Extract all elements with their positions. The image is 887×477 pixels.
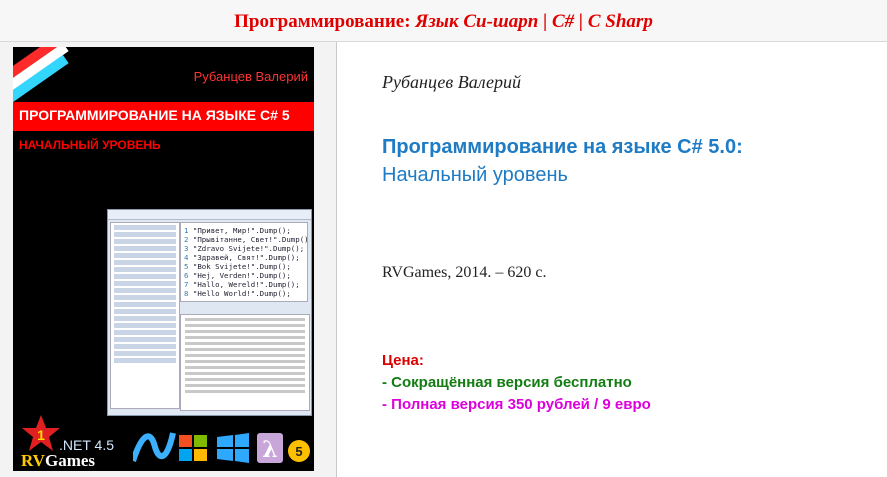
svg-text:5: 5 xyxy=(295,444,302,459)
code-line: 8 "Hello World!".Dump(); xyxy=(184,289,304,298)
page-header: Программирование: Язык Си-шарп | C# | C … xyxy=(0,0,887,42)
cover-title: ПРОГРАММИРОВАНИЕ НА ЯЗЫКЕ C# 5 xyxy=(19,107,290,123)
code-line-number: 2 xyxy=(184,235,193,244)
code-line: 2 "Прывітанне, Свет!".Dump(); xyxy=(184,235,307,244)
svg-text:λ: λ xyxy=(262,437,277,463)
code-line-text: "Привет, Мир!".Dump(); xyxy=(192,226,291,235)
code-line-number: 8 xyxy=(184,289,193,298)
ide-tree-panel xyxy=(110,222,180,409)
code-line-number: 3 xyxy=(184,244,193,253)
net-wave-icon xyxy=(133,432,176,462)
code-line-number: 6 xyxy=(184,271,193,280)
price-free-version[interactable]: - Сокращённая версия бесплатно xyxy=(382,374,632,391)
code-line-text: "Bok Svijete!".Dump(); xyxy=(192,262,291,271)
price-full-version[interactable]: - Полная версия 350 рублей / 9 евро xyxy=(382,396,651,413)
code-line: 3 "Zdravo Svijete!".Dump(); xyxy=(184,244,304,253)
code-line-number: 4 xyxy=(184,253,193,262)
ide-menubar xyxy=(108,210,311,220)
windows-flag-icon xyxy=(179,435,207,461)
book-publisher: RVGames, 2014. – 620 с. xyxy=(382,264,547,281)
code-line: 7 "Hallo, Wereld!".Dump(); xyxy=(184,280,304,289)
code-line-text: "Здравей, Свят!".Dump(); xyxy=(192,253,300,262)
book-title[interactable]: Программирование на языке C# 5.0: xyxy=(382,134,743,161)
code-line-text: "Прывітанне, Свет!".Dump(); xyxy=(192,235,308,244)
code-line-text: "Zdravo Svijete!".Dump(); xyxy=(192,244,305,253)
lambda-logo-icon: λ xyxy=(257,433,283,463)
code-line-text: "Hej, Verden!".Dump(); xyxy=(192,271,291,280)
code-line-text: "Hello World!".Dump(); xyxy=(192,289,291,298)
code-line: 1 "Привет, Мир!".Dump(); xyxy=(184,226,304,235)
ide-output-panel xyxy=(180,314,310,411)
code-line: 5 "Bok Svijete!".Dump(); xyxy=(184,262,304,271)
code-line-number: 7 xyxy=(184,280,193,289)
book-cover[interactable]: Рубанцев Валерий ПРОГРАММИРОВАНИЕ НА ЯЗЫ… xyxy=(13,47,314,471)
cover-subtitle: НАЧАЛЬНЫЙ УРОВЕНЬ xyxy=(19,138,161,152)
code-line-text: "Hallo, Wereld!".Dump(); xyxy=(192,280,300,289)
star-badge-icon: 1 xyxy=(22,415,60,451)
technology-logos-icon: λ 5 xyxy=(133,432,310,463)
code-line: 4 "Здравей, Свят!".Dump(); xyxy=(184,253,304,262)
book-info: Рубанцев Валерий Программирование на язы… xyxy=(337,42,887,477)
book-author: Рубанцев Валерий xyxy=(382,72,521,92)
cover-panel: Рубанцев Валерий ПРОГРАММИРОВАНИЕ НА ЯЗЫ… xyxy=(0,42,337,477)
code-line-number: 5 xyxy=(184,262,193,271)
ide-code-editor: 1 "Привет, Мир!".Dump(); 2 "Прывітанне, С… xyxy=(180,222,308,302)
code-line-number: 1 xyxy=(184,226,193,235)
star-badge-number: 1 xyxy=(37,427,45,443)
number-badge-icon: 5 xyxy=(288,440,310,462)
code-line: 6 "Hej, Verden!".Dump(); xyxy=(184,271,304,280)
publisher-logo: RVGames xyxy=(21,451,96,470)
page-title-topic: Язык Си-шарп | C# | C Sharp xyxy=(415,11,653,32)
book-subtitle[interactable]: Начальный уровень xyxy=(382,162,568,189)
price-label: Цена: xyxy=(382,352,424,369)
windows8-logo-icon xyxy=(217,433,249,463)
cover-author: Рубанцев Валерий xyxy=(193,69,308,84)
page-title: Программирование: Язык Си-шарп | C# | C … xyxy=(234,11,653,32)
cover-ide-screenshot: 1 "Привет, Мир!".Dump(); 2 "Прывітанне, С… xyxy=(107,209,312,416)
